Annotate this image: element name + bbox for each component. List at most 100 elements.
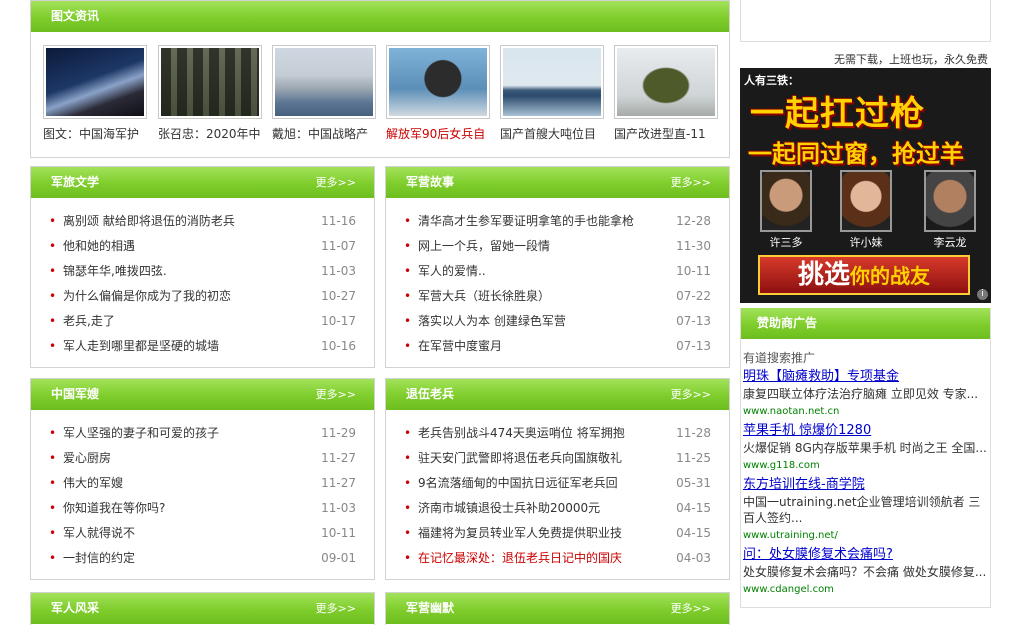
more-link[interactable]: 更多>> bbox=[316, 167, 356, 198]
article-link[interactable]: 军人坚强的妻子和可爱的孩子 bbox=[63, 426, 219, 440]
article-link[interactable]: 在军营中度蜜月 bbox=[418, 339, 502, 353]
photo-item[interactable]: 解放军90后女兵自 bbox=[386, 45, 490, 142]
photo-helicopter[interactable] bbox=[617, 48, 715, 116]
photo-item[interactable]: 国产改进型直-11 bbox=[614, 45, 718, 142]
list-item[interactable]: • 清华高才生参军要证明拿笔的手也能拿枪 12-28 bbox=[404, 209, 711, 234]
list-item[interactable]: • 爱心厨房 11-27 bbox=[49, 446, 356, 471]
photo-frame[interactable] bbox=[158, 45, 262, 119]
ad-headline-link[interactable]: 苹果手机 惊爆价1280 bbox=[743, 422, 988, 439]
photo-caption[interactable]: 戴旭：中国战略产 bbox=[272, 125, 392, 142]
list-item[interactable]: • 锦瑟年华,唯拨四弦. 11-03 bbox=[49, 259, 356, 284]
cta-primary[interactable]: 挑选 bbox=[798, 260, 850, 290]
text-ad[interactable]: 东方培训在线-商学院 中国一utraining.net企业管理培训领航者 三百人… bbox=[741, 476, 990, 544]
photo-female-soldier[interactable] bbox=[389, 48, 487, 116]
ad-headline[interactable]: 一起扛过枪 bbox=[750, 86, 925, 135]
text-ad[interactable]: 苹果手机 惊爆价1280 火爆促销 8G内存版苹果手机 时尚之王 全国... w… bbox=[741, 422, 990, 474]
ad-body[interactable]: 中国一utraining.net企业管理培训领航者 三百人签约... bbox=[743, 494, 988, 526]
ad-headline-link[interactable]: 明珠【脑瘫救助】专项基金 bbox=[743, 368, 988, 385]
photo-frame[interactable] bbox=[272, 45, 376, 119]
more-link[interactable]: 更多>> bbox=[316, 593, 356, 624]
photo-item[interactable]: 张召忠：2020年中 bbox=[158, 45, 262, 142]
ad-body[interactable]: 火爆促销 8G内存版苹果手机 时尚之王 全国... bbox=[743, 440, 988, 456]
list-item[interactable]: • 老兵,走了 10-17 bbox=[49, 309, 356, 334]
photo-caption[interactable]: 国产改进型直-11 bbox=[614, 125, 734, 142]
ad-info-icon[interactable]: i bbox=[977, 289, 988, 300]
article-link[interactable]: 爱心厨房 bbox=[63, 451, 111, 465]
article-link[interactable]: 驻天安门武警即将退伍老兵向国旗敬礼 bbox=[418, 451, 622, 465]
photo-tank-parade[interactable] bbox=[161, 48, 259, 116]
list-item[interactable]: • 老兵告别战斗474天奥运哨位 将军拥抱 11-28 bbox=[404, 421, 711, 446]
photo-target-ship[interactable] bbox=[503, 48, 601, 116]
photo-item[interactable]: 国产首艘大吨位目 bbox=[500, 45, 604, 142]
list-item[interactable]: • 济南市城镇退役士兵补助20000元 04-15 bbox=[404, 496, 711, 521]
list-item[interactable]: • 落实以人为本 创建绿色军营 07-13 bbox=[404, 309, 711, 334]
article-link[interactable]: 在记忆最深处：退伍老兵日记中的国庆 bbox=[418, 551, 622, 565]
ad-body[interactable]: 处女膜修复术会痛吗？不会痛 做处女膜修复... bbox=[743, 564, 988, 580]
article-link[interactable]: 军人就得说不 bbox=[63, 526, 135, 540]
game-ad-banner[interactable]: 无需下载，上班也玩，永久免费 人有三铁： 一起扛过枪 一起同过窗，抢过羊 许三多… bbox=[740, 52, 991, 303]
article-link[interactable]: 伟大的军嫂 bbox=[63, 476, 123, 490]
ad-url[interactable]: www.g118.com bbox=[743, 458, 988, 474]
article-link[interactable]: 离别颂 献给即将退伍的消防老兵 bbox=[63, 214, 235, 228]
ad-url[interactable]: www.utraining.net/ bbox=[743, 528, 988, 544]
list-item[interactable]: • 军人走到哪里都是坚硬的城墙 10-16 bbox=[49, 334, 356, 359]
ad-url[interactable]: www.naotan.net.cn bbox=[743, 404, 988, 420]
photo-navy-escort[interactable] bbox=[46, 48, 144, 116]
text-ad[interactable]: 明珠【脑瘫救助】专项基金 康复四联立体疗法治疗脑瘫 立即见效 专家... www… bbox=[741, 368, 990, 420]
article-link[interactable]: 军营大兵（班长徐胜泉） bbox=[418, 289, 550, 303]
list-item[interactable]: • 网上一个兵，留她一段情 11-30 bbox=[404, 234, 711, 259]
ad-body[interactable]: 康复四联立体疗法治疗脑瘫 立即见效 专家... bbox=[743, 386, 988, 402]
more-link[interactable]: 更多>> bbox=[671, 167, 711, 198]
pick-comrade-button[interactable]: 挑选你的战友 bbox=[758, 255, 970, 295]
list-item[interactable]: • 军营大兵（班长徐胜泉） 07-22 bbox=[404, 284, 711, 309]
photo-caption[interactable]: 图文：中国海军护 bbox=[43, 125, 163, 142]
article-link[interactable]: 老兵,走了 bbox=[63, 314, 115, 328]
article-link[interactable]: 落实以人为本 创建绿色军营 bbox=[418, 314, 566, 328]
article-link[interactable]: 济南市城镇退役士兵补助20000元 bbox=[418, 501, 600, 515]
list-item[interactable]: • 军人坚强的妻子和可爱的孩子 11-29 bbox=[49, 421, 356, 446]
text-ad[interactable]: 问：处女膜修复术会痛吗? 处女膜修复术会痛吗？不会痛 做处女膜修复... www… bbox=[741, 546, 990, 598]
list-item[interactable]: • 军人就得说不 10-11 bbox=[49, 521, 356, 546]
list-item[interactable]: • 驻天安门武警即将退伍老兵向国旗敬礼 11-25 bbox=[404, 446, 711, 471]
photo-frame[interactable] bbox=[614, 45, 718, 119]
list-item[interactable]: • 他和她的相遇 11-07 bbox=[49, 234, 356, 259]
character-portrait[interactable] bbox=[760, 170, 812, 232]
list-item[interactable]: • 福建将为复员转业军人免费提供职业技 04-15 bbox=[404, 521, 711, 546]
character-portrait[interactable] bbox=[840, 170, 892, 232]
photo-caption[interactable]: 解放军90后女兵自 bbox=[386, 125, 506, 142]
ad-topline[interactable]: 无需下载，上班也玩，永久免费 bbox=[740, 52, 991, 68]
more-link[interactable]: 更多>> bbox=[671, 593, 711, 624]
article-link[interactable]: 网上一个兵，留她一段情 bbox=[418, 239, 550, 253]
photo-frame[interactable] bbox=[43, 45, 147, 119]
photo-frame[interactable] bbox=[500, 45, 604, 119]
article-link[interactable]: 你知道我在等你吗? bbox=[63, 501, 165, 515]
cta-secondary[interactable]: 你的战友 bbox=[850, 264, 930, 288]
list-item[interactable]: • 军人的爱情.. 10-11 bbox=[404, 259, 711, 284]
list-item[interactable]: • 一封信的约定 09-01 bbox=[49, 546, 356, 571]
list-item[interactable]: • 离别颂 献给即将退伍的消防老兵 11-16 bbox=[49, 209, 356, 234]
list-item[interactable]: • 在记忆最深处：退伍老兵日记中的国庆 04-03 bbox=[404, 546, 711, 571]
more-link[interactable]: 更多>> bbox=[671, 379, 711, 410]
article-link[interactable]: 军人走到哪里都是坚硬的城墙 bbox=[63, 339, 219, 353]
photo-jet-crew[interactable] bbox=[275, 48, 373, 116]
list-item[interactable]: • 9名流落缅甸的中国抗日远征军老兵回 05-31 bbox=[404, 471, 711, 496]
article-link[interactable]: 锦瑟年华,唯拨四弦. bbox=[63, 264, 167, 278]
article-link[interactable]: 军人的爱情.. bbox=[418, 264, 486, 278]
ad-headline-link[interactable]: 问：处女膜修复术会痛吗? bbox=[743, 546, 988, 563]
article-link[interactable]: 一封信的约定 bbox=[63, 551, 135, 565]
article-link[interactable]: 清华高才生参军要证明拿笔的手也能拿枪 bbox=[418, 214, 634, 228]
character-portrait[interactable] bbox=[924, 170, 976, 232]
photo-caption[interactable]: 张召忠：2020年中 bbox=[158, 125, 278, 142]
article-link[interactable]: 9名流落缅甸的中国抗日远征军老兵回 bbox=[418, 476, 618, 490]
ad-source-label[interactable]: 有道搜索推广 bbox=[741, 339, 990, 366]
list-item[interactable]: • 在军营中度蜜月 07-13 bbox=[404, 334, 711, 359]
article-link[interactable]: 福建将为复员转业军人免费提供职业技 bbox=[418, 526, 622, 540]
article-link[interactable]: 为什么偏偏是你成为了我的初恋 bbox=[63, 289, 231, 303]
list-item[interactable]: • 你知道我在等你吗? 11-03 bbox=[49, 496, 356, 521]
ad-headline-link[interactable]: 东方培训在线-商学院 bbox=[743, 476, 988, 493]
photo-item[interactable]: 戴旭：中国战略产 bbox=[272, 45, 376, 142]
article-link[interactable]: 他和她的相遇 bbox=[63, 239, 135, 253]
photo-frame[interactable] bbox=[386, 45, 490, 119]
more-link[interactable]: 更多>> bbox=[316, 379, 356, 410]
ad-subheadline[interactable]: 一起同过窗，抢过羊 bbox=[748, 134, 964, 169]
